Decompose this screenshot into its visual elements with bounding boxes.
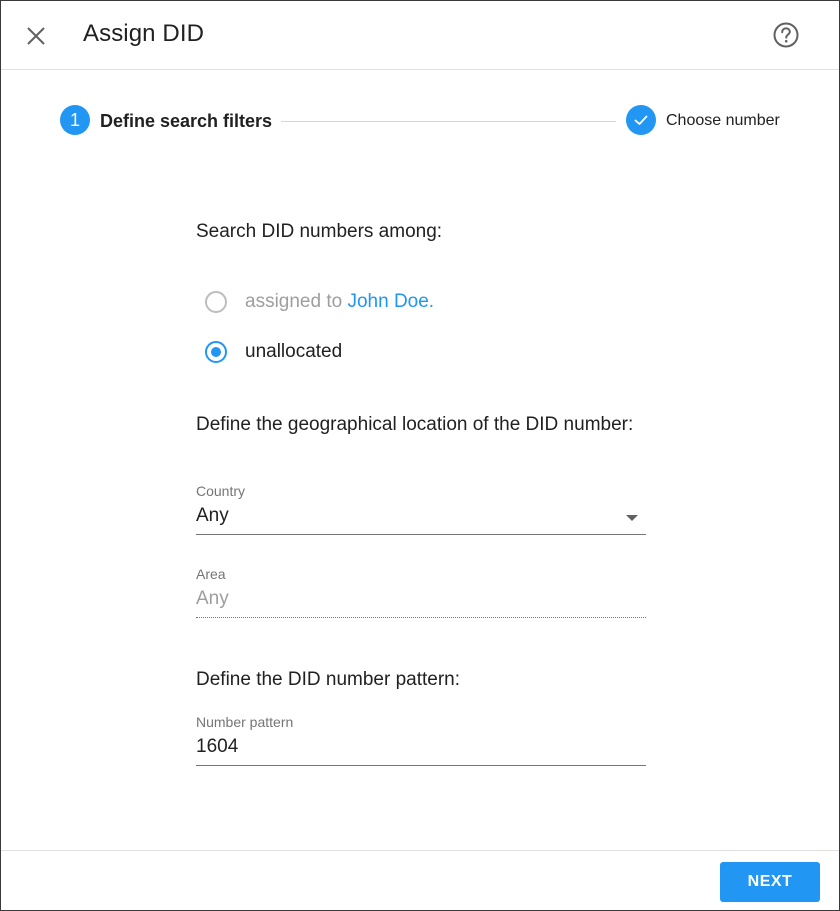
assign-did-dialog: Assign DID 1 Define search filters Choos…	[0, 0, 840, 911]
close-button[interactable]	[21, 21, 51, 51]
dialog-footer: NEXT	[1, 850, 839, 911]
area-value: Any	[196, 588, 229, 609]
radio-assigned[interactable]: assigned to John Doe.	[205, 288, 434, 316]
check-icon	[634, 115, 648, 125]
radio-unallocated-control[interactable]	[205, 341, 227, 363]
area-input: Any	[196, 582, 646, 618]
stepper: 1 Define search filters Choose number	[1, 105, 839, 137]
number-pattern-input[interactable]: 1604	[196, 730, 646, 766]
number-pattern-value: 1604	[196, 736, 239, 757]
country-value: Any	[196, 505, 229, 526]
dialog-header: Assign DID	[1, 1, 839, 70]
country-select[interactable]: Any	[196, 499, 646, 535]
dropdown-arrow-icon	[626, 515, 638, 521]
close-icon	[27, 27, 45, 45]
pattern-heading: Define the DID number pattern:	[196, 669, 461, 690]
radio-assigned-control[interactable]	[205, 291, 227, 313]
step-2-label: Choose number	[666, 112, 780, 129]
dialog-title: Assign DID	[83, 20, 205, 47]
step-2-indicator	[626, 105, 656, 135]
radio-unallocated-label: unallocated	[245, 341, 343, 362]
radio-assigned-text: assigned to John Doe.	[245, 291, 434, 313]
area-field: Area Any	[196, 566, 646, 618]
country-label: Country	[196, 483, 246, 499]
help-icon	[773, 22, 799, 48]
stepper-connector	[281, 121, 616, 122]
step-1-number: 1	[69, 109, 80, 130]
country-field[interactable]: Country Any	[196, 483, 646, 535]
next-button[interactable]: NEXT	[720, 862, 820, 902]
step-1-indicator: 1	[60, 105, 90, 135]
number-pattern-field[interactable]: Number pattern 1604	[196, 714, 646, 766]
step-1-label: Define search filters	[100, 111, 273, 131]
radio-unallocated[interactable]: unallocated	[205, 338, 342, 366]
radio-assigned-label: assigned to	[245, 291, 348, 312]
help-button[interactable]	[771, 20, 801, 50]
number-pattern-label: Number pattern	[196, 714, 294, 730]
location-heading: Define the geographical location of the …	[196, 414, 634, 435]
area-label: Area	[196, 566, 226, 582]
search-heading: Search DID numbers among:	[196, 221, 443, 242]
assignee-link[interactable]: John Doe.	[347, 291, 434, 312]
